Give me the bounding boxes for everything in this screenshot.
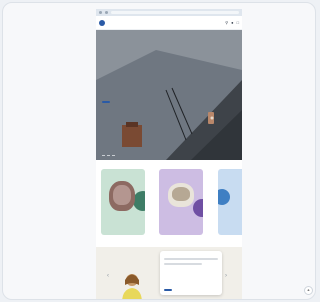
- product-card[interactable]: [101, 169, 145, 235]
- chevron-left-icon[interactable]: ‹: [107, 273, 109, 279]
- popup-button[interactable]: [164, 289, 172, 291]
- window-dot: [99, 11, 102, 14]
- brand-logo[interactable]: [99, 19, 107, 26]
- account-icon[interactable]: ●: [231, 20, 233, 25]
- chevron-right-icon[interactable]: ›: [225, 273, 227, 279]
- hero-text: [102, 88, 110, 108]
- person-image: [122, 274, 142, 299]
- nav-icons: ⚲ ● □: [225, 20, 239, 25]
- product-card-shape: [218, 189, 230, 205]
- window-dot: [105, 11, 108, 14]
- promo-section: ‹ ›: [96, 247, 242, 299]
- browser-bar: [96, 9, 242, 16]
- product-carousel: [101, 169, 242, 241]
- product-card[interactable]: [159, 169, 203, 235]
- chat-icon[interactable]: ⚬: [304, 286, 313, 295]
- popup-text: [164, 263, 202, 265]
- preview-card: ⚲ ● □ ‹ › ⚬: [2, 2, 316, 300]
- info-popup: [160, 251, 222, 295]
- website-screenshot: ⚲ ● □ ‹ ›: [96, 9, 242, 299]
- carousel-indicators[interactable]: [102, 155, 115, 156]
- product-card-shape: [193, 199, 203, 217]
- search-icon[interactable]: ⚲: [225, 20, 228, 25]
- product-card[interactable]: [218, 169, 242, 235]
- products-section: [96, 160, 242, 241]
- product-image-detail: [113, 185, 131, 205]
- hero-banner: [96, 30, 242, 160]
- top-navigation: ⚲ ● □: [96, 16, 242, 30]
- hero-cta-button[interactable]: [102, 101, 110, 103]
- carousel-dot[interactable]: [112, 155, 115, 156]
- cart-icon[interactable]: □: [237, 20, 239, 25]
- logo-mark-icon: [99, 19, 105, 26]
- carousel-dot[interactable]: [102, 155, 105, 156]
- address-bar[interactable]: [111, 11, 239, 14]
- carousel-dot[interactable]: [107, 155, 110, 156]
- popup-text: [164, 258, 218, 260]
- hero-image: [96, 30, 242, 160]
- product-image-detail: [172, 187, 190, 201]
